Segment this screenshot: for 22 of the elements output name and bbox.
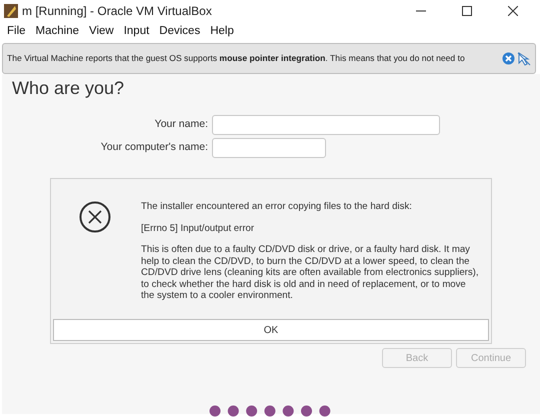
app-icon: [4, 4, 18, 18]
input-field[interactable]: [212, 115, 440, 136]
menu-item[interactable]: View: [84, 23, 119, 41]
field-label: Your computer's name:: [100, 140, 208, 156]
error-icon: [79, 201, 111, 233]
error-message: The installer encountered an error copying files to the hard disk:: [141, 201, 413, 212]
error-explanation: This is often due to a faulty CD/DVD disk or drive, or a faulty hard disk. It may help to clean the CD/DVD, to burn the CD/DVD at a lower speed, to clean the CD/DVD drive lens (cleaning kits are often available from electronics suppliers), to check whether the hard disk is old and in need of replacement, or to move the system to a cooler environment.: [141, 244, 480, 302]
menu-item[interactable]: File: [2, 23, 31, 41]
notification-text: The Virtual Machine reports that the guest OS supports mouse pointer integration. This means that you do not need to: [7, 52, 466, 65]
menu-item[interactable]: Help: [205, 23, 239, 41]
field-label: Your name:: [154, 117, 208, 132]
page-heading: Who are you?: [11, 77, 126, 100]
input-field[interactable]: [212, 138, 326, 158]
error-code: [Errno 5] Input/output error: [141, 222, 256, 234]
mouse-pointer-icon[interactable]: [517, 52, 531, 66]
window-title: m [Running] - Oracle VM VirtualBox: [22, 3, 212, 20]
menu-item[interactable]: Devices: [154, 23, 206, 41]
close-icon[interactable]: [508, 6, 518, 16]
menu-item[interactable]: Input: [118, 23, 154, 41]
maximize-icon[interactable]: [462, 6, 472, 16]
menu-item[interactable]: Machine: [30, 23, 84, 41]
ok-button[interactable]: OK: [53, 319, 489, 341]
